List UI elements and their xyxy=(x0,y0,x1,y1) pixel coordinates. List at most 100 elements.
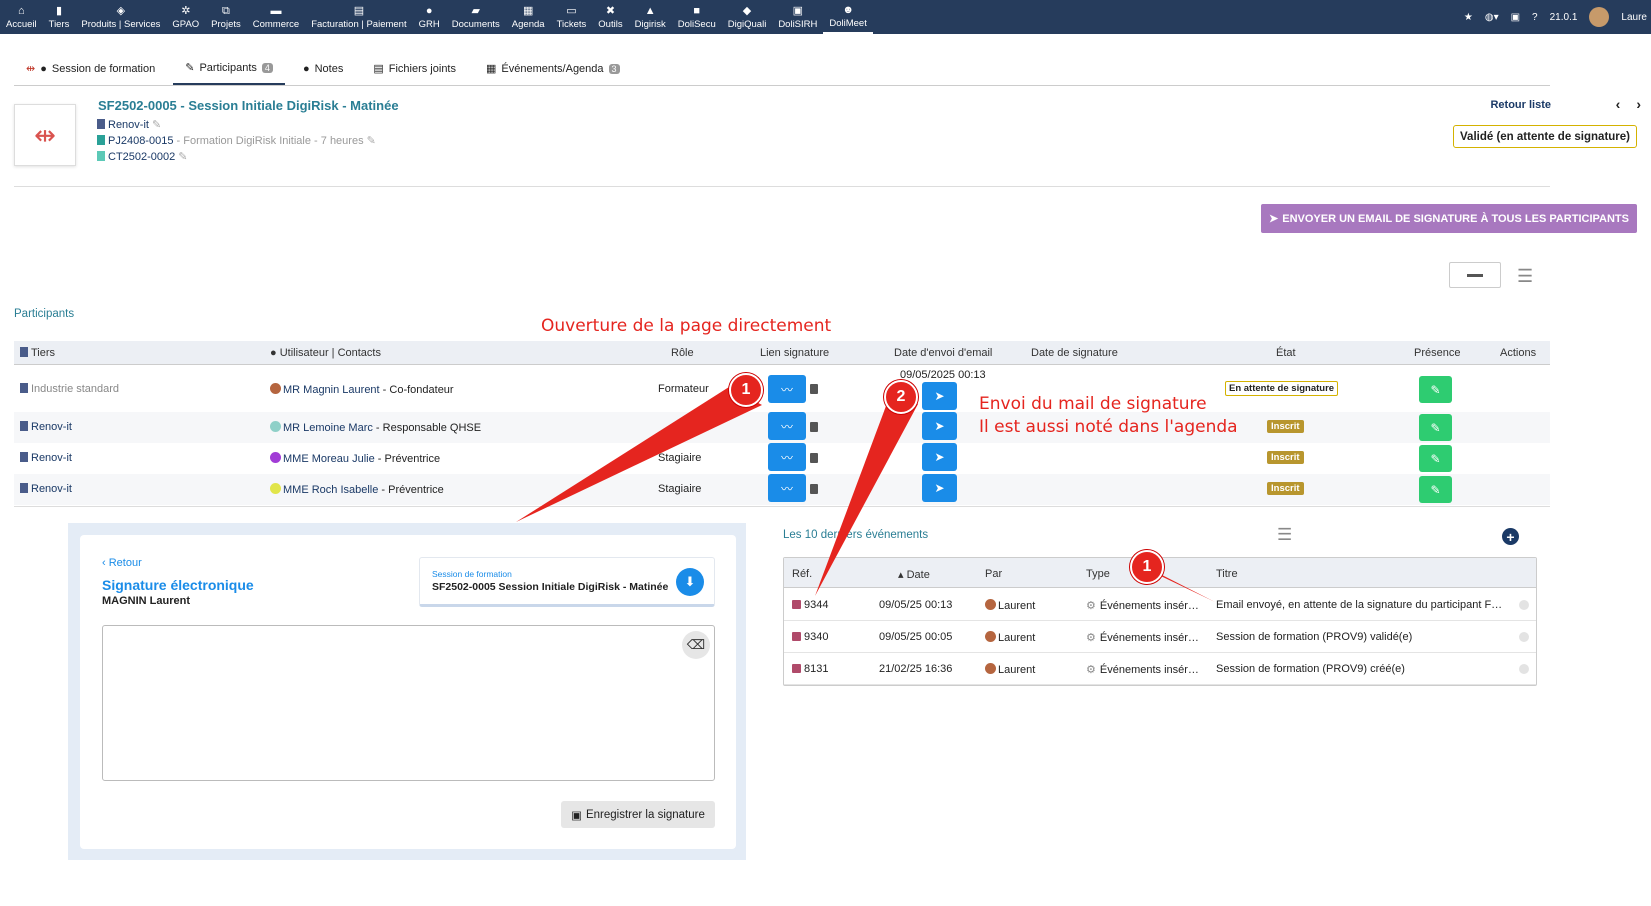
presence-button[interactable]: ✎ xyxy=(1419,414,1452,441)
col-type[interactable]: Type xyxy=(1086,568,1110,580)
signature-link-button[interactable]: 〰 xyxy=(768,443,806,471)
nav-label: Facturation | Paiement xyxy=(311,18,407,30)
status-dot-icon xyxy=(1519,664,1529,674)
nav-label: Produits | Services xyxy=(81,18,161,30)
thirdparty-link[interactable]: Renov-it xyxy=(108,119,149,131)
nav-grh[interactable]: ● GRH xyxy=(413,0,446,34)
tiers-cell[interactable]: Industrie standard xyxy=(20,383,119,395)
nav-dolimeet[interactable]: ☻ DoliMeet xyxy=(823,0,873,34)
eraser-icon[interactable]: ⌫ xyxy=(682,631,710,659)
nav-gpao[interactable]: ✲ GPAO xyxy=(166,0,205,34)
event-title-link[interactable]: Session de formation (PROV9) validé(e) xyxy=(1216,631,1412,643)
copy-link-icon[interactable] xyxy=(810,422,818,432)
briefcase-icon: ▬ xyxy=(270,4,282,17)
back-to-list-link[interactable]: Retour liste xyxy=(1490,99,1551,111)
edit-pencil-icon[interactable]: ✎ xyxy=(367,135,376,147)
nav-accueil[interactable]: ⌂ Accueil xyxy=(0,0,43,34)
nav-digiquali[interactable]: ◆ DigiQuali xyxy=(722,0,773,34)
collapse-button[interactable] xyxy=(1449,262,1501,288)
nav-dolisecu[interactable]: ■ DoliSecu xyxy=(672,0,722,34)
tiers-cell[interactable]: Renov-it xyxy=(20,421,72,433)
back-link[interactable]: ‹ Retour xyxy=(102,557,142,569)
event-title-link[interactable]: Session de formation (PROV9) créé(e) xyxy=(1216,663,1405,675)
presence-button[interactable]: ✎ xyxy=(1419,476,1452,503)
events-menu-icon[interactable]: ☰ xyxy=(1277,526,1292,543)
copy-link-icon[interactable] xyxy=(810,453,818,463)
nav-agenda[interactable]: ▦ Agenda xyxy=(506,0,551,34)
col-contacts[interactable]: ● Utilisateur | Contacts xyxy=(270,347,381,359)
list-view-icon[interactable]: ☰ xyxy=(1517,266,1533,287)
contact-cell[interactable]: MR Magnin Laurent - Co-fondateur xyxy=(270,383,454,396)
bookmark-star-icon[interactable]: ★ xyxy=(1464,12,1473,23)
event-author[interactable]: Laurent xyxy=(985,599,1035,612)
download-icon[interactable]: ⬇ xyxy=(676,568,704,596)
help-icon[interactable]: ? xyxy=(1532,12,1538,23)
save-signature-button[interactable]: ▣ Enregistrer la signature xyxy=(561,801,715,828)
nav-documents[interactable]: ▰ Documents xyxy=(446,0,506,34)
signature-link-button[interactable]: 〰 xyxy=(768,375,806,403)
signature-link-button[interactable]: 〰 xyxy=(768,474,806,502)
event-author[interactable]: Laurent xyxy=(985,631,1035,644)
tiers-cell[interactable]: Renov-it xyxy=(20,483,72,495)
contact-cell[interactable]: MR Lemoine Marc - Responsable QHSE xyxy=(270,421,481,434)
presence-button[interactable]: ✎ xyxy=(1419,376,1452,403)
event-title-link[interactable]: Email envoyé, en attente de la signature… xyxy=(1216,599,1502,611)
next-icon[interactable]: › xyxy=(1636,96,1641,112)
col-title[interactable]: Titre xyxy=(1216,568,1238,580)
nav-commerce[interactable]: ▬ Commerce xyxy=(247,0,305,34)
col-state[interactable]: État xyxy=(1276,347,1296,359)
copy-link-icon[interactable] xyxy=(810,484,818,494)
participant-row: Renov-it MME Roch Isabelle - Préventrice S… xyxy=(14,474,1550,505)
event-ref-link[interactable]: 9340 xyxy=(792,631,828,643)
tab-session[interactable]: ⇹ ● Session de formation xyxy=(14,52,167,85)
col-signature-date[interactable]: Date de signature xyxy=(1031,347,1118,359)
add-event-icon[interactable]: + xyxy=(1502,528,1519,545)
contract-link[interactable]: CT2502-0002 xyxy=(108,151,175,163)
tiers-cell[interactable]: Renov-it xyxy=(20,452,72,464)
nav-dolisirh[interactable]: ▣ DoliSIRH xyxy=(772,0,823,34)
previous-icon[interactable]: ‹ xyxy=(1616,96,1621,112)
col-tiers[interactable]: Tiers xyxy=(20,347,55,359)
col-signature-link[interactable]: Lien signature xyxy=(760,347,829,359)
print-icon[interactable]: ▣ xyxy=(1511,12,1520,23)
col-by[interactable]: Par xyxy=(985,568,1002,580)
col-ref[interactable]: Réf. xyxy=(792,568,812,580)
col-email-date[interactable]: Date d'envoi d'email xyxy=(894,347,992,359)
user-avatar[interactable] xyxy=(1589,7,1610,27)
project-link[interactable]: PJ2408-0015 xyxy=(108,135,173,147)
copy-link-icon[interactable] xyxy=(810,384,818,394)
col-date[interactable]: ▴ Date xyxy=(898,568,930,581)
send-email-button[interactable]: ➤ xyxy=(922,382,957,410)
event-ref-link[interactable]: 8131 xyxy=(792,663,828,675)
tab-participants[interactable]: ✎ Participants 4 xyxy=(173,52,285,85)
nav-digirisk[interactable]: ▲ Digirisk xyxy=(629,0,672,34)
nav-produits-services[interactable]: ◈ Produits | Services xyxy=(75,0,166,34)
send-signature-email-all-button[interactable]: ➤ ENVOYER UN EMAIL DE SIGNATURE À TOUS L… xyxy=(1261,204,1637,233)
col-presence[interactable]: Présence xyxy=(1414,347,1460,359)
edit-pencil-icon[interactable]: ✎ xyxy=(178,151,187,163)
nav-outils[interactable]: ✖ Outils xyxy=(592,0,628,34)
nav-projets[interactable]: ⧉ Projets xyxy=(205,0,247,34)
user-name[interactable]: Laure xyxy=(1621,12,1647,23)
signature-link-button[interactable]: 〰 xyxy=(768,412,806,440)
send-email-button[interactable]: ➤ xyxy=(922,474,957,502)
col-label: Utilisateur | Contacts xyxy=(279,347,381,359)
send-email-button[interactable]: ➤ xyxy=(922,412,957,440)
nav-tiers[interactable]: ▮ Tiers xyxy=(43,0,76,34)
tab-events[interactable]: ▦ Événements/Agenda 3 xyxy=(474,52,632,85)
send-email-button[interactable]: ➤ xyxy=(922,443,957,471)
col-actions[interactable]: Actions xyxy=(1500,347,1536,359)
col-role[interactable]: Rôle xyxy=(671,347,694,359)
event-author[interactable]: Laurent xyxy=(985,663,1035,676)
nav-facturation-paiement[interactable]: ▤ Facturation | Paiement xyxy=(305,0,412,34)
tab-files[interactable]: ▤ Fichiers joints xyxy=(361,52,468,85)
language-globe-icon[interactable]: ◍▾ xyxy=(1485,12,1499,23)
signature-pad[interactable] xyxy=(102,625,715,781)
edit-pencil-icon[interactable]: ✎ xyxy=(152,119,161,131)
event-ref-link[interactable]: 9344 xyxy=(792,599,828,611)
nav-tickets[interactable]: ▭ Tickets xyxy=(551,0,593,34)
contact-cell[interactable]: MME Moreau Julie - Préventrice xyxy=(270,452,440,465)
presence-button[interactable]: ✎ xyxy=(1419,445,1452,472)
contact-cell[interactable]: MME Roch Isabelle - Préventrice xyxy=(270,483,444,496)
tab-notes[interactable]: ● Notes xyxy=(291,52,355,85)
